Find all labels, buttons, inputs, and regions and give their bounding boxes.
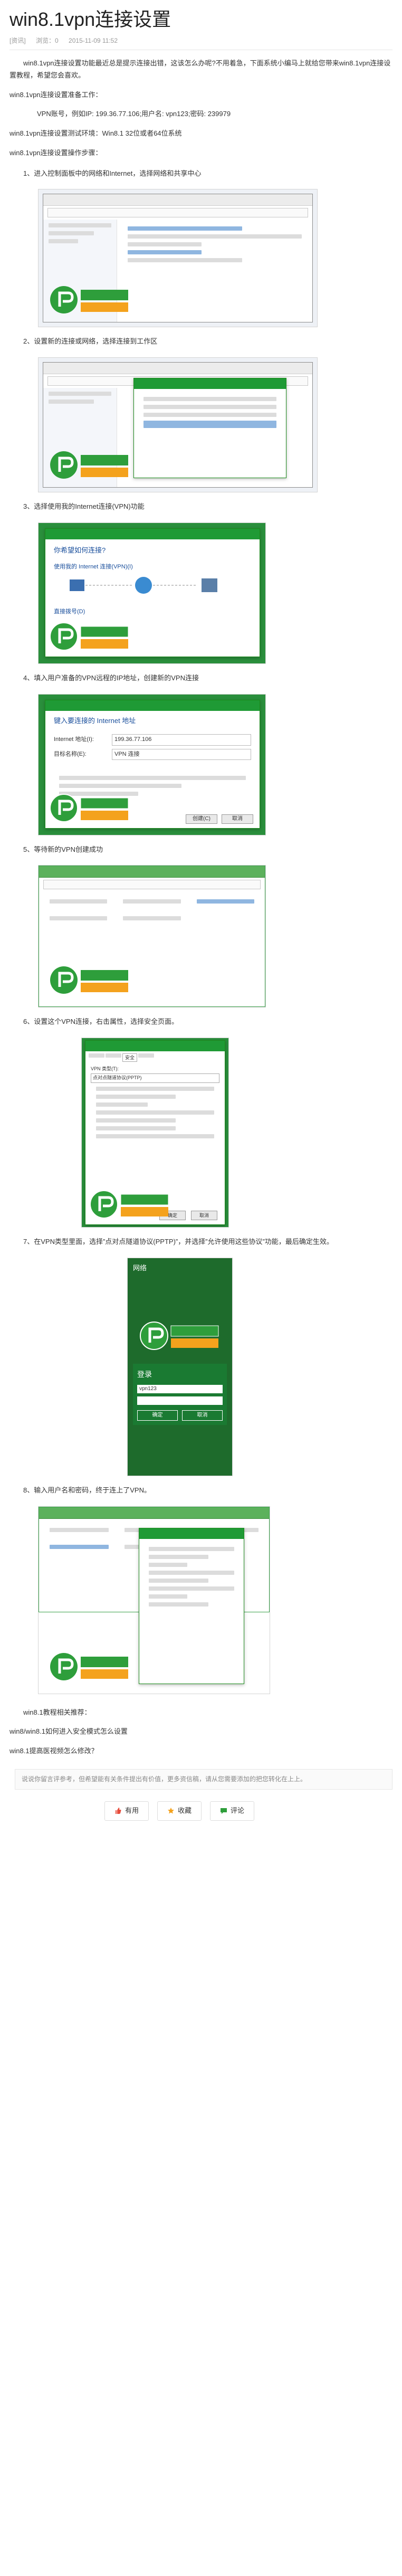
password-input[interactable] <box>137 1396 223 1405</box>
cancel-button[interactable]: 取消 <box>191 1211 217 1220</box>
comment-button[interactable]: 评论 <box>210 1801 255 1821</box>
option-dialup[interactable]: 直接拨号(D) <box>54 607 251 617</box>
addr-label: Internet 地址(I): <box>54 736 94 743</box>
speech-bubble-icon <box>221 1808 227 1814</box>
vpn-account: VPN账号，例如IP: 199.36.77.106;用户名: vpn123;密码… <box>37 110 231 118</box>
content-pane <box>122 223 307 266</box>
prep-title: win8.1vpn连接设置准备工作： <box>9 90 102 99</box>
tab-security[interactable]: 安全 <box>122 1053 138 1062</box>
related-title: win8.1教程相关推荐： <box>23 1708 91 1716</box>
cancel-button[interactable]: 取消 <box>182 1410 223 1421</box>
screenshot-step-1 <box>38 189 318 328</box>
xpgod-watermark <box>50 1652 128 1680</box>
vpn-status-dialog <box>139 1527 244 1684</box>
meta-views: 浏览：0 <box>36 37 59 44</box>
collect-button[interactable]: 收藏 <box>157 1801 202 1821</box>
thumbs-up-icon <box>116 1808 121 1814</box>
useful-button[interactable]: 有用 <box>104 1801 149 1821</box>
vpn-type-label: VPN 类型(T): <box>91 1066 119 1071</box>
step-1: 1、进入控制面板中的网络和Internet，选择网络和共享中心 <box>23 169 202 177</box>
meta-date: 2015-11-09 11:52 <box>69 37 118 44</box>
network-link[interactable] <box>128 226 242 231</box>
intro-paragraph: win8.1vpn连接设置功能最近总是提示连接出错，这该怎么办呢?不用着急，下面… <box>9 59 391 79</box>
steps-title: win8.1vpn连接设置操作步骤： <box>9 148 102 157</box>
xpgod-watermark <box>50 622 129 651</box>
dialog-question: 你希望如何连接? <box>54 546 106 554</box>
username-input[interactable]: vpn123 <box>137 1385 223 1394</box>
screenshot-step-5 <box>38 865 266 1008</box>
login-panel: 登录 vpn123 确定 取消 <box>133 1363 227 1425</box>
xpgod-watermark <box>50 966 128 994</box>
xpgod-watermark <box>50 793 129 822</box>
cancel-button[interactable]: 取消 <box>222 814 253 824</box>
step-8: 8、输入用户名和密码，终于连上了VPN。 <box>23 1486 151 1494</box>
screenshot-step-8 <box>38 1506 270 1694</box>
related-link-1[interactable]: win8/win8.1如何进入安全模式怎么设置 <box>9 1726 393 1738</box>
comment-note: 说说你留言评参考，但希望能有关条件提出有价值，更多资信稿，请从您需要添加的把您转… <box>15 1769 393 1790</box>
action-bar: 有用 收藏 评论 <box>104 1801 393 1821</box>
xpgod-watermark <box>140 1321 219 1350</box>
connections-grid <box>39 891 265 928</box>
screenshot-step-6: 安全 VPN 类型(T): 点对点隧道协议(PPTP) 确定 取消 <box>81 1038 229 1228</box>
star-icon <box>168 1808 175 1814</box>
option-vpn[interactable]: 使用我的 Internet 连接(VPN)(I) <box>54 562 251 572</box>
step-7: 7、在VPN类型里面，选择”点对点隧道协议(PPTP)”，并选择”允许使用这些协… <box>23 1238 333 1246</box>
test-env: win8.1vpn连接设置测试环境：Win8.1 32位或者64位系统 <box>9 129 182 137</box>
step-6: 6、设置这个VPN连接，右击属性，选择安全页面。 <box>23 1018 178 1026</box>
network-panel-title: 网络 <box>133 1263 147 1272</box>
xpgod-watermark <box>50 286 128 314</box>
article-meta: [资讯] 浏览：0 2015-11-09 11:52 <box>9 35 393 50</box>
create-button[interactable]: 创建(C) <box>186 814 217 824</box>
option-workplace[interactable] <box>143 421 276 428</box>
meta-category[interactable]: [资讯] <box>9 37 26 44</box>
step-3: 3、选择使用我的Internet连接(VPN)功能 <box>23 502 145 510</box>
dialog-heading: 键入要连接的 Internet 地址 <box>54 716 136 725</box>
addr-input[interactable]: 199.36.77.106 <box>112 734 251 746</box>
step-5: 5、等待新的VPN创建成功 <box>23 845 103 853</box>
page-title: win8.1vpn连接设置 <box>9 8 171 30</box>
name-label: 目标名称(E): <box>54 750 87 757</box>
screenshot-step-7: 网络 登录 vpn123 确定 取消 <box>127 1257 233 1476</box>
login-title: 登录 <box>137 1370 152 1379</box>
window-titlebar <box>43 194 312 206</box>
ok-button[interactable]: 确定 <box>137 1410 178 1421</box>
xpgod-watermark <box>50 451 128 479</box>
xpgod-watermark <box>90 1190 169 1219</box>
screenshot-step-4: 键入要连接的 Internet 地址 Internet 地址(I): 199.3… <box>38 693 266 835</box>
screenshot-step-2 <box>38 357 318 492</box>
vpn-diagram-icon <box>70 576 217 594</box>
name-input[interactable]: VPN 连接 <box>112 748 251 760</box>
article: win8.1vpn连接设置 [资讯] 浏览：0 2015-11-09 11:52… <box>0 0 402 1821</box>
vpn-type-select[interactable]: 点对点隧道协议(PPTP) <box>91 1073 219 1083</box>
screenshot-step-3: 你希望如何连接? 使用我的 Internet 连接(VPN)(I) 直接拨号(D… <box>38 522 266 664</box>
setup-connection-dialog <box>133 378 286 478</box>
step-2: 2、设置新的连接或网络，选择连接到工作区 <box>23 337 158 346</box>
address-bar <box>47 208 308 218</box>
related-link-2[interactable]: win8.1提高医视频怎么修改？ <box>9 1745 393 1757</box>
step-4: 4、填入用户准备的VPN远程的IP地址，创建新的VPN连接 <box>23 673 199 682</box>
